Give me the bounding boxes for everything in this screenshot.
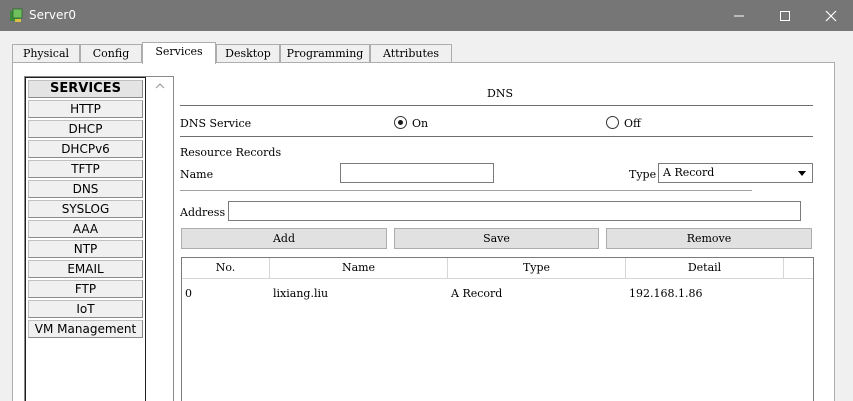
close-icon bbox=[825, 10, 837, 22]
service-iot[interactable]: IoT bbox=[28, 300, 143, 318]
address-input[interactable] bbox=[228, 201, 801, 221]
services-content: SERVICES HTTP DHCP DHCPv6 TFTP DNS SYSLO… bbox=[12, 62, 835, 401]
title-bar[interactable]: Server0 bbox=[0, 0, 853, 31]
service-dhcp[interactable]: DHCP bbox=[28, 120, 143, 138]
tab-config[interactable]: Config bbox=[80, 44, 142, 63]
name-label: Name bbox=[180, 168, 214, 181]
services-scrollbar[interactable] bbox=[147, 77, 173, 401]
minimize-icon bbox=[734, 15, 744, 17]
services-header: SERVICES bbox=[28, 80, 143, 98]
service-vm-management[interactable]: VM Management bbox=[28, 320, 143, 338]
save-button[interactable]: Save bbox=[394, 228, 599, 249]
dns-records-table: No. Name Type Detail 0 lixiang.liu A Rec… bbox=[181, 257, 814, 401]
maximize-icon bbox=[780, 11, 790, 21]
cell-no: 0 bbox=[185, 287, 192, 300]
service-dhcpv6[interactable]: DHCPv6 bbox=[28, 140, 143, 158]
tab-physical[interactable]: Physical bbox=[12, 44, 80, 63]
radio-selected-dot bbox=[398, 120, 403, 125]
dns-off-label[interactable]: Off bbox=[624, 117, 641, 130]
resource-records-label: Resource Records bbox=[180, 146, 282, 159]
divider bbox=[180, 136, 813, 137]
minimize-button[interactable] bbox=[716, 0, 762, 31]
tab-programming[interactable]: Programming bbox=[280, 44, 370, 63]
column-header-no[interactable]: No. bbox=[182, 258, 270, 279]
cell-name: lixiang.liu bbox=[273, 287, 329, 300]
dns-on-radio[interactable] bbox=[394, 116, 407, 129]
dns-service-label: DNS Service bbox=[180, 117, 252, 130]
dns-on-label[interactable]: On bbox=[412, 117, 428, 130]
divider bbox=[180, 190, 752, 191]
column-header-type[interactable]: Type bbox=[448, 258, 626, 279]
service-http[interactable]: HTTP bbox=[28, 100, 143, 118]
add-button[interactable]: Add bbox=[181, 228, 387, 249]
type-select-value: A Record bbox=[663, 166, 715, 179]
tab-services[interactable]: Services bbox=[142, 42, 216, 64]
tab-attributes[interactable]: Attributes bbox=[370, 44, 452, 63]
tab-desktop[interactable]: Desktop bbox=[216, 44, 280, 63]
remove-button[interactable]: Remove bbox=[606, 228, 812, 249]
service-email[interactable]: EMAIL bbox=[28, 260, 143, 278]
column-header-name[interactable]: Name bbox=[270, 258, 448, 279]
maximize-button[interactable] bbox=[762, 0, 808, 31]
services-list-body: SERVICES HTTP DHCP DHCPv6 TFTP DNS SYSLO… bbox=[25, 77, 146, 401]
service-ftp[interactable]: FTP bbox=[28, 280, 143, 298]
name-input[interactable] bbox=[340, 163, 494, 183]
services-list: SERVICES HTTP DHCP DHCPv6 TFTP DNS SYSLO… bbox=[24, 76, 174, 401]
dns-off-radio[interactable] bbox=[606, 116, 619, 129]
service-aaa[interactable]: AAA bbox=[28, 220, 143, 238]
service-dns[interactable]: DNS bbox=[28, 180, 143, 198]
type-select[interactable]: A Record bbox=[658, 163, 813, 183]
dns-title: DNS bbox=[487, 87, 513, 100]
column-header-detail[interactable]: Detail bbox=[626, 258, 784, 279]
cell-type: A Record bbox=[451, 287, 503, 300]
type-label: Type bbox=[629, 168, 657, 181]
address-label: Address bbox=[180, 206, 226, 219]
chevron-down-icon bbox=[798, 171, 806, 176]
column-header-filler bbox=[784, 258, 813, 279]
app-icon bbox=[10, 8, 23, 22]
window-title: Server0 bbox=[29, 8, 76, 22]
service-ntp[interactable]: NTP bbox=[28, 240, 143, 258]
service-tftp[interactable]: TFTP bbox=[28, 160, 143, 178]
scroll-up-icon[interactable] bbox=[147, 79, 173, 93]
close-button[interactable] bbox=[808, 0, 853, 31]
service-syslog[interactable]: SYSLOG bbox=[28, 200, 143, 218]
cell-detail: 192.168.1.86 bbox=[629, 287, 703, 300]
divider bbox=[180, 105, 813, 106]
